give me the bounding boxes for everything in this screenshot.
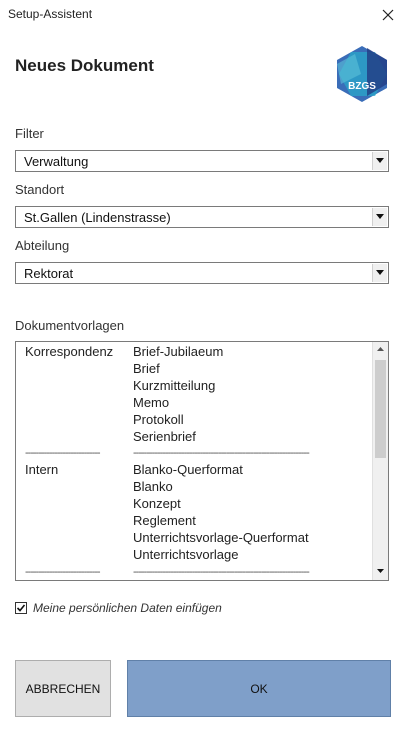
window-title: Setup-Assistent (8, 7, 93, 21)
templates-label: Dokumentvorlagen (15, 318, 125, 333)
templates-scrollbar[interactable] (372, 342, 388, 580)
chevron-down-icon (376, 214, 384, 219)
close-icon (382, 9, 394, 21)
separator-category: ---------------------------- (25, 566, 101, 578)
filter-dropdown-button[interactable] (372, 152, 387, 170)
list-item[interactable]: Blanko (16, 478, 372, 495)
list-item[interactable]: Kurzmitteilung (16, 377, 372, 394)
arrow-up-icon (377, 347, 384, 351)
abteilung-label: Abteilung (15, 238, 70, 253)
personal-data-label: Meine persönlichen Daten einfügen (33, 601, 222, 615)
abteilung-select[interactable]: Rektorat (15, 262, 389, 284)
standort-dropdown-button[interactable] (372, 208, 387, 226)
scroll-up-button[interactable] (373, 342, 388, 358)
page-title: Neues Dokument (15, 56, 154, 75)
list-item-template: Reglement (133, 513, 196, 528)
standort-label: Standort (15, 182, 65, 197)
list-item-template: Serienbrief (133, 429, 196, 444)
bzgs-logo: BZGS (331, 44, 393, 106)
arrow-down-icon (377, 569, 384, 573)
list-item-template: Unterrichtsvorlage (133, 547, 239, 562)
chevron-down-icon (376, 158, 384, 163)
title-bar: Setup-Assistent (0, 0, 407, 30)
scroll-down-button[interactable] (373, 564, 388, 580)
cancel-button[interactable]: ABBRECHEN (15, 660, 111, 717)
separator-category: ---------------------------- (25, 447, 101, 459)
list-item-template: Brief (133, 361, 160, 376)
list-item[interactable]: Unterrichtsvorlage (16, 546, 372, 563)
standort-select[interactable]: St.Gallen (Lindenstrasse) (15, 206, 389, 228)
list-item[interactable]: Protokoll (16, 411, 372, 428)
abteilung-dropdown-button[interactable] (372, 264, 387, 282)
personal-data-checkbox[interactable] (15, 602, 27, 614)
list-item[interactable]: Serienbrief (16, 428, 372, 445)
list-item-template: Memo (133, 395, 170, 410)
list-item-template: Unterrichtsvorlage-Querformat (133, 530, 309, 545)
list-item-template: Kurzmitteilung (133, 378, 216, 393)
list-item-template: Konzept (133, 496, 181, 511)
filter-value: Verwaltung (24, 154, 89, 169)
list-item[interactable]: Brief (16, 360, 372, 377)
list-item[interactable]: Unterrichtsvorlage-Querformat (16, 529, 372, 546)
separator-template: ----------------------------------------… (133, 566, 310, 578)
list-item[interactable]: Konzept (16, 495, 372, 512)
filter-select[interactable]: Verwaltung (15, 150, 389, 172)
list-item-category: Korrespondenz (25, 344, 114, 359)
logo-text: BZGS (348, 81, 376, 92)
list-item-template: Brief-Jubilaeum (133, 344, 224, 359)
scrollbar-thumb[interactable] (375, 360, 386, 458)
templates-listbox[interactable]: Korrespondenz Brief-Jubilaeum Brief Kurz… (15, 341, 389, 581)
list-item[interactable]: Intern Blanko-Querformat (16, 461, 372, 478)
ok-button[interactable]: OK (127, 660, 391, 717)
list-item[interactable]: Memo (16, 394, 372, 411)
standort-value: St.Gallen (Lindenstrasse) (24, 210, 171, 225)
list-item[interactable]: Korrespondenz Brief-Jubilaeum (16, 343, 372, 360)
close-button[interactable] (375, 2, 401, 28)
list-item-category: Intern (25, 462, 59, 477)
chevron-down-icon (376, 270, 384, 275)
list-item[interactable]: Reglement (16, 512, 372, 529)
list-item-template: Blanko-Querformat (133, 462, 243, 477)
separator-template: ----------------------------------------… (133, 447, 310, 459)
abteilung-value: Rektorat (24, 266, 74, 281)
list-item-template: Blanko (133, 479, 173, 494)
checkmark-icon (16, 604, 26, 612)
filter-label: Filter (15, 126, 44, 141)
list-separator: ---------------------------- -----------… (16, 566, 372, 580)
list-item-template: Protokoll (133, 412, 184, 427)
